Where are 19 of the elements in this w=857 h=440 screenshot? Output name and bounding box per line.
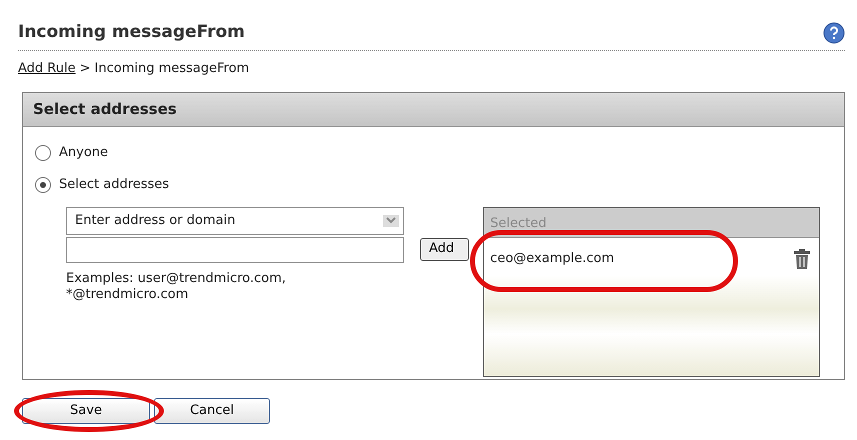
address-input[interactable] <box>66 236 404 262</box>
add-button[interactable]: Add <box>420 238 470 260</box>
example-text: Examples: user@trendmicro.com, <box>66 270 287 286</box>
example-text: *@trendmicro.com <box>66 286 190 302</box>
address-dropdown[interactable]: Enter address or domain <box>66 206 404 234</box>
breadcrumb-separator: > <box>80 60 91 78</box>
breadcrumb-link[interactable]: Add Rule <box>18 58 76 78</box>
save-button[interactable]: Save <box>22 398 150 424</box>
radio-label: Select addresses <box>59 176 170 194</box>
breadcrumb-current: Incoming messageFrom <box>94 60 250 78</box>
radio-label: Anyone <box>59 144 108 162</box>
selected-address: ceo@example.com <box>490 250 614 268</box>
trash-icon[interactable] <box>793 248 812 270</box>
help-icon[interactable] <box>823 22 845 44</box>
panel-header: Select addresses <box>23 93 844 126</box>
radio-button[interactable] <box>35 176 51 192</box>
page-title: Incoming messageFrom <box>18 21 245 44</box>
cancel-button[interactable]: Cancel <box>154 398 270 424</box>
radio-button[interactable] <box>35 144 51 160</box>
